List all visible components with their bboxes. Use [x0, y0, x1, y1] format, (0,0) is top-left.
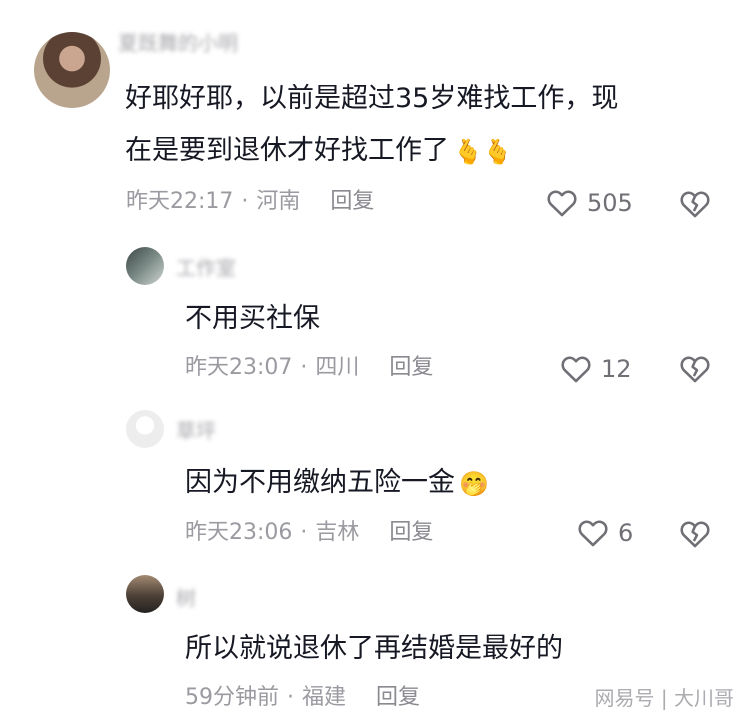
like-button[interactable]: 12 — [559, 352, 632, 386]
username[interactable]: 树 — [176, 585, 251, 611]
watermark: 网易号 | 大川哥 — [594, 686, 734, 710]
comment-meta: 昨天23:06 · 吉林 回复 — [185, 519, 433, 547]
comment-meta: 昨天22:17 · 河南 回复 — [126, 188, 374, 216]
comment-text: 在是要到退休才好找工作了 🫰🫰 — [125, 130, 513, 173]
comment-text-line: 在是要到退休才好找工作了 — [125, 135, 449, 166]
reply-button[interactable]: 回复 — [376, 685, 420, 710]
reply-button[interactable]: 回复 — [389, 355, 433, 380]
comment-text-line: 因为不用缴纳五险一金 — [185, 467, 455, 498]
comment-time: 昨天22:17 — [126, 189, 234, 214]
reply-button[interactable]: 回复 — [389, 520, 433, 545]
username[interactable]: 夏既舞的小明 — [118, 30, 293, 56]
comment-meta: 昨天23:07 · 四川 回复 — [185, 354, 433, 382]
avatar[interactable] — [34, 32, 110, 108]
smirk-emoji-icon: 🤭 — [459, 469, 489, 498]
avatar[interactable] — [126, 575, 164, 613]
finger-heart-emoji-icon: 🫰🫰 — [453, 137, 513, 166]
like-button[interactable]: 6 — [576, 516, 633, 550]
avatar[interactable] — [126, 247, 164, 285]
like-button[interactable]: 505 — [545, 186, 633, 220]
username[interactable]: 草坪 — [176, 418, 296, 444]
separator: · — [241, 189, 249, 214]
broken-heart-icon[interactable] — [678, 187, 712, 221]
comment-text: 所以就说退休了再结婚是最好的 — [185, 633, 563, 664]
comment-meta: 59分钟前 · 福建 回复 — [185, 684, 420, 712]
comment-text: 因为不用缴纳五险一金 🤭 — [185, 462, 489, 505]
like-count: 12 — [601, 355, 632, 383]
comment-location: 福建 — [302, 685, 347, 710]
broken-heart-icon[interactable] — [678, 352, 712, 386]
separator: · — [287, 685, 294, 710]
comment-time: 昨天23:07 — [185, 355, 293, 380]
like-count: 6 — [618, 519, 634, 547]
heart-outline-icon — [561, 356, 591, 383]
comment-location: 四川 — [315, 355, 360, 380]
separator: · — [300, 520, 308, 545]
comment-text: 不用买社保 — [185, 303, 320, 334]
comment-time: 昨天23:06 — [185, 520, 293, 545]
like-count: 505 — [587, 189, 633, 217]
comment-location: 吉林 — [315, 520, 360, 545]
heart-outline-icon — [578, 520, 608, 547]
comment-time: 59分钟前 — [185, 685, 279, 710]
heart-outline-icon — [547, 190, 577, 217]
broken-heart-icon[interactable] — [678, 517, 712, 551]
reply-button[interactable]: 回复 — [330, 189, 374, 214]
avatar[interactable] — [126, 410, 164, 448]
separator: · — [300, 355, 308, 380]
comment-text: 好耶好耶，以前是超过35岁难找工作，现 — [125, 83, 619, 114]
comment-location: 河南 — [256, 189, 301, 214]
username[interactable]: 工作室 — [176, 255, 316, 281]
